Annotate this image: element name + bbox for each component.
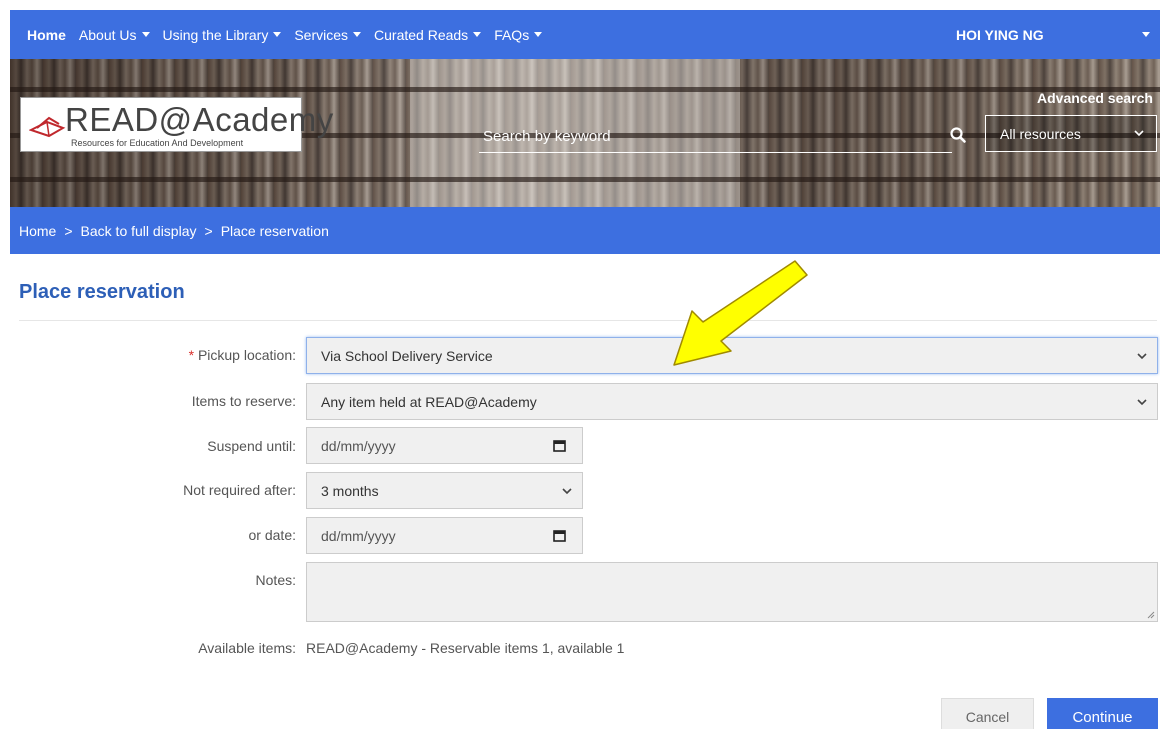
pickup-location-label: * Pickup location:: [189, 347, 296, 363]
breadcrumb-separator: >: [204, 222, 213, 239]
caret-down-icon: [473, 32, 482, 37]
breadcrumb-back-to-full-display[interactable]: Back to full display: [81, 223, 197, 239]
chevron-down-icon: [1137, 352, 1147, 359]
site-logo[interactable]: READ@Academy Resources for Education And…: [20, 97, 333, 152]
suspend-until-label: Suspend until:: [207, 438, 296, 454]
nav-curated-reads[interactable]: Curated Reads: [374, 26, 482, 43]
header-banner: READ@Academy Resources for Education And…: [10, 59, 1160, 207]
or-date-placeholder: dd/mm/yyyy: [321, 527, 396, 544]
nav-about-us-label: About Us: [78, 26, 137, 43]
items-to-reserve-label: Items to reserve:: [191, 393, 296, 409]
user-menu-caret-icon[interactable]: [1142, 32, 1150, 37]
caret-down-icon: [141, 32, 150, 37]
nav-services[interactable]: Services: [294, 26, 362, 43]
breadcrumb-separator: >: [64, 222, 73, 239]
banner-shelf: [10, 177, 1160, 182]
chevron-down-icon: [1134, 130, 1144, 137]
continue-button[interactable]: Continue: [1047, 698, 1158, 729]
notes-label: Notes:: [255, 572, 296, 588]
pickup-location-value: Via School Delivery Service: [321, 347, 493, 364]
pickup-location-select[interactable]: Via School Delivery Service: [306, 337, 1158, 374]
not-required-after-label: Not required after:: [183, 482, 296, 498]
banner-shelf: [10, 87, 1160, 92]
nav-using-library[interactable]: Using the Library: [163, 27, 282, 43]
nav-services-label: Services: [294, 26, 349, 43]
search-scope-value: All resources: [1000, 125, 1081, 142]
caret-down-icon: [353, 32, 362, 37]
calendar-icon[interactable]: [553, 439, 566, 452]
page-title: Place reservation: [19, 281, 185, 303]
not-required-after-value: 3 months: [321, 482, 379, 499]
search-scope-select[interactable]: All resources: [985, 115, 1157, 152]
breadcrumb-current: Place reservation: [220, 222, 329, 239]
available-items-label: Available items:: [198, 640, 296, 656]
available-items-value: READ@Academy - Reservable items 1, avail…: [306, 640, 625, 656]
nav-about-us[interactable]: About Us: [79, 27, 150, 43]
caret-down-icon: [534, 32, 543, 37]
chevron-down-icon: [1137, 398, 1147, 405]
nav-using-library-label: Using the Library: [162, 26, 269, 43]
or-date-input[interactable]: dd/mm/yyyy: [306, 517, 583, 554]
calendar-icon[interactable]: [553, 529, 566, 542]
nav-home[interactable]: Home: [27, 27, 66, 43]
suspend-until-placeholder: dd/mm/yyyy: [321, 437, 396, 454]
book-logo-icon: [29, 116, 66, 138]
logo-title: READ@Academy: [65, 101, 334, 138]
pickup-location-label-text: Pickup location:: [197, 347, 296, 363]
not-required-after-select[interactable]: 3 months: [306, 472, 583, 509]
top-nav: Home About Us Using the Library Services…: [10, 10, 1160, 59]
nav-curated-reads-label: Curated Reads: [374, 26, 469, 43]
items-to-reserve-select[interactable]: Any item held at READ@Academy: [306, 383, 1158, 420]
notes-textarea[interactable]: [306, 562, 1158, 622]
chevron-down-icon: [562, 487, 572, 494]
required-marker: *: [188, 347, 195, 363]
search-icon[interactable]: [949, 126, 967, 144]
user-menu[interactable]: HOI YING NG: [956, 27, 1044, 43]
suspend-until-date-input[interactable]: dd/mm/yyyy: [306, 427, 583, 464]
breadcrumb: Home > Back to full display > Place rese…: [10, 207, 1160, 254]
caret-down-icon: [273, 32, 282, 37]
resize-handle-icon[interactable]: [1147, 611, 1155, 619]
divider: [19, 320, 1157, 321]
items-to-reserve-value: Any item held at READ@Academy: [321, 393, 537, 410]
advanced-search-link[interactable]: Advanced search: [1037, 90, 1153, 106]
search-input[interactable]: [479, 120, 952, 153]
nav-home-label: Home: [27, 26, 66, 43]
logo-subtitle: Resources for Education And Development: [71, 138, 244, 148]
nav-faqs-label: FAQs: [494, 26, 530, 43]
cancel-button[interactable]: Cancel: [941, 698, 1034, 729]
nav-faqs[interactable]: FAQs: [494, 26, 543, 43]
or-date-label: or date:: [248, 527, 296, 543]
breadcrumb-home[interactable]: Home: [19, 223, 56, 239]
